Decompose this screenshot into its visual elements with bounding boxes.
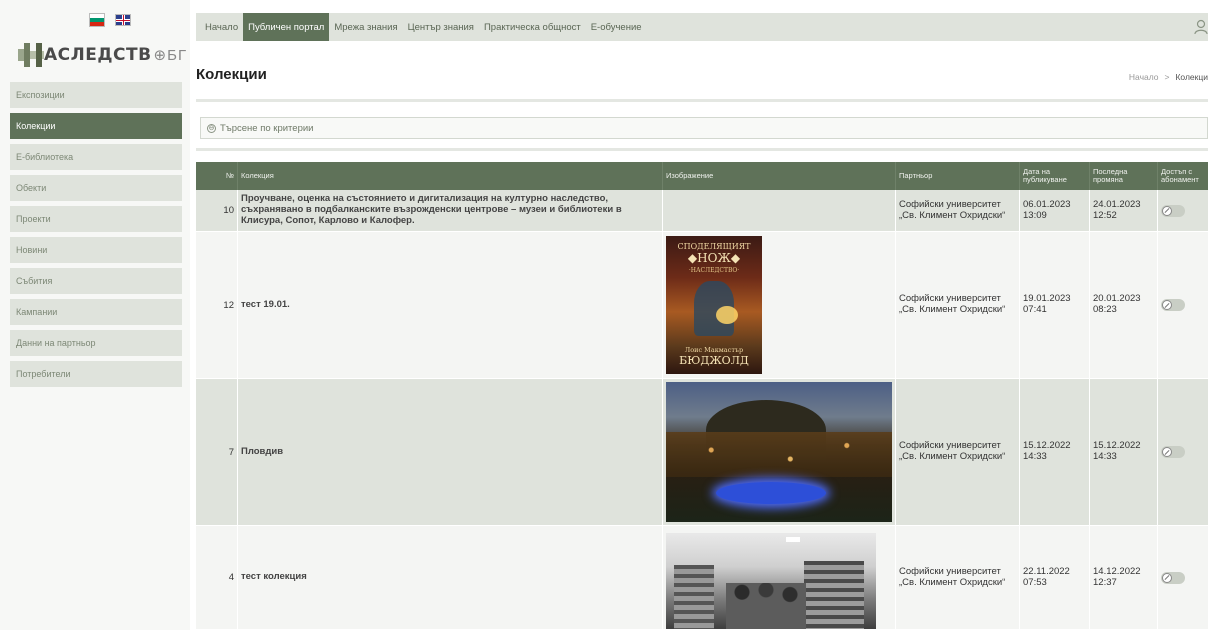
sidebar-item-objects[interactable]: Обекти xyxy=(10,175,182,201)
cell-partner: Софийски университет „Св. Климент Охридс… xyxy=(896,232,1020,378)
cell-access xyxy=(1158,526,1208,629)
book-cover-image[interactable]: СПОДЕЛЯЩИЯТ ◆НОЖ◆ ·НАСЛЕДСТВО· Лоис Макм… xyxy=(666,236,762,374)
side-navigation: Експозиции Колекции Е-библиотека Обекти … xyxy=(10,82,182,392)
cell-collection[interactable]: тест колекция xyxy=(238,526,663,629)
header-modified[interactable]: Последна промяна xyxy=(1090,162,1158,190)
breadcrumb-separator: > xyxy=(1164,72,1170,82)
cell-modified: 15.12.2022 14:33 xyxy=(1090,379,1158,525)
city-night-image[interactable] xyxy=(666,382,892,522)
table-row[interactable]: 12 тест 19.01. СПОДЕЛЯЩИЯТ ◆НОЖ◆ ·НАСЛЕД… xyxy=(196,232,1208,379)
cell-collection[interactable]: тест 19.01. xyxy=(238,232,663,378)
breadcrumb-home[interactable]: Начало xyxy=(1129,72,1159,82)
sidebar-item-users[interactable]: Потребители xyxy=(10,361,182,387)
cell-published: 19.01.2023 07:41 xyxy=(1020,232,1090,378)
user-icon[interactable] xyxy=(1194,19,1208,35)
cell-partner: Софийски университет „Св. Климент Охридс… xyxy=(896,190,1020,231)
sidebar-item-campaigns[interactable]: Кампании xyxy=(10,299,182,325)
tab-public-portal[interactable]: Публичен портал xyxy=(243,13,330,41)
library-photo-image[interactable] xyxy=(666,533,876,629)
cell-num: 7 xyxy=(196,379,238,525)
subscription-toggle[interactable] xyxy=(1161,299,1185,311)
sidebar-item-projects[interactable]: Проекти xyxy=(10,206,182,232)
header-collection[interactable]: Колекция xyxy=(238,162,663,190)
cell-published: 06.01.2023 13:09 xyxy=(1020,190,1090,231)
subscription-toggle[interactable] xyxy=(1161,204,1185,217)
collections-table: № Колекция Изображение Партньор Дата на … xyxy=(196,162,1208,630)
cell-collection[interactable]: Проучване, оценка на състоянието и дигит… xyxy=(238,190,663,231)
cell-image xyxy=(663,526,896,629)
language-switcher xyxy=(89,13,131,27)
disabled-icon xyxy=(1162,447,1172,457)
header-num[interactable]: № xyxy=(196,162,238,190)
cell-image xyxy=(663,190,896,231)
site-logo[interactable]: АСЛЕДСТВ ⊕БГ xyxy=(18,40,187,70)
logo-suffix: ⊕БГ xyxy=(153,47,188,64)
table-row[interactable]: 4 тест колекция Софийски университет „Св… xyxy=(196,526,1208,630)
search-criteria-label: Търсене по критерии xyxy=(220,122,314,134)
cell-num: 4 xyxy=(196,526,238,629)
table-header: № Колекция Изображение Партньор Дата на … xyxy=(196,162,1208,190)
cell-partner: Софийски университет „Св. Климент Охридс… xyxy=(896,526,1020,629)
logo-text: АСЛЕДСТВ xyxy=(44,45,152,65)
sidebar-item-collections[interactable]: Колекции xyxy=(10,113,182,139)
subscription-toggle[interactable] xyxy=(1161,571,1185,584)
tab-e-learning[interactable]: Е-обучение xyxy=(586,13,647,41)
top-navigation: Начало Публичен портал Мрежа знания Цент… xyxy=(196,13,1208,41)
cell-num: 12 xyxy=(196,232,238,378)
disabled-icon xyxy=(1162,300,1172,310)
subscription-toggle[interactable] xyxy=(1161,446,1185,458)
header-published[interactable]: Дата на публикуване xyxy=(1020,162,1090,190)
cell-num: 10 xyxy=(196,190,238,231)
sidebar-item-events[interactable]: Събития xyxy=(10,268,182,294)
cell-access xyxy=(1158,232,1208,378)
divider xyxy=(196,148,1208,151)
sidebar: АСЛЕДСТВ ⊕БГ Експозиции Колекции Е-библи… xyxy=(0,0,190,630)
sidebar-item-exhibitions[interactable]: Експозиции xyxy=(10,82,182,108)
cell-modified: 14.12.2022 12:37 xyxy=(1090,526,1158,629)
header-partner[interactable]: Партньор xyxy=(896,162,1020,190)
search-criteria-toggle[interactable]: ⊖ Търсене по критерии xyxy=(200,117,1208,139)
breadcrumb-current: Колекци xyxy=(1175,72,1208,82)
disabled-icon xyxy=(1162,205,1172,216)
divider xyxy=(196,99,1208,102)
header-image[interactable]: Изображение xyxy=(663,162,896,190)
sidebar-item-e-library[interactable]: Е-библиотека xyxy=(10,144,182,170)
cell-published: 15.12.2022 14:33 xyxy=(1020,379,1090,525)
english-flag-icon[interactable] xyxy=(115,14,131,26)
cell-access xyxy=(1158,379,1208,525)
sidebar-item-partner-data[interactable]: Данни на партньор xyxy=(10,330,182,356)
cell-partner: Софийски университет „Св. Климент Охридс… xyxy=(896,379,1020,525)
cell-published: 22.11.2022 07:53 xyxy=(1020,526,1090,629)
cell-collection[interactable]: Пловдив xyxy=(238,379,663,525)
cell-image xyxy=(663,379,896,525)
breadcrumb: Начало > Колекци xyxy=(1129,72,1208,82)
table-row[interactable]: 7 Пловдив Софийски университет „Св. Клим… xyxy=(196,379,1208,526)
header-access[interactable]: Достъп с абонамент xyxy=(1158,162,1208,190)
disabled-icon xyxy=(1162,572,1172,583)
tab-knowledge-network[interactable]: Мрежа знания xyxy=(329,13,402,41)
cell-modified: 24.01.2023 12:52 xyxy=(1090,190,1158,231)
table-row[interactable]: 10 Проучване, оценка на състоянието и ди… xyxy=(196,190,1208,232)
cell-modified: 20.01.2023 08:23 xyxy=(1090,232,1158,378)
sidebar-item-news[interactable]: Новини xyxy=(10,237,182,263)
cell-access xyxy=(1158,190,1208,231)
minus-circle-icon: ⊖ xyxy=(207,123,216,133)
bulgarian-flag-icon[interactable] xyxy=(89,13,105,27)
tab-home[interactable]: Начало xyxy=(200,13,243,41)
logo-mark-icon xyxy=(18,41,44,69)
page-title: Колекции xyxy=(196,66,267,83)
tab-knowledge-center[interactable]: Център знания xyxy=(403,13,479,41)
cell-image: СПОДЕЛЯЩИЯТ ◆НОЖ◆ ·НАСЛЕДСТВО· Лоис Макм… xyxy=(663,232,896,378)
tab-community-of-practice[interactable]: Практическа общност xyxy=(479,13,586,41)
